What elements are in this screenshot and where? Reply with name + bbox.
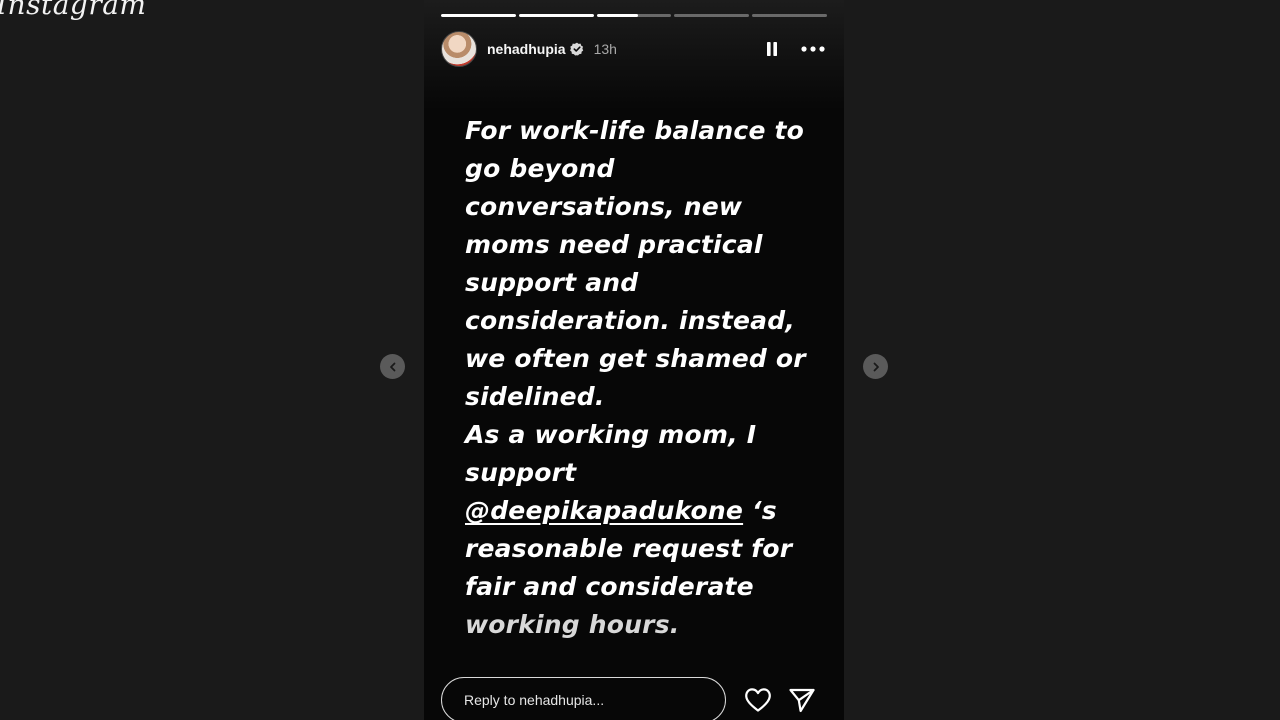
story-header: nehadhupia 13h xyxy=(441,31,827,67)
instagram-logo[interactable]: Instagram xyxy=(0,0,146,21)
send-icon xyxy=(789,688,815,713)
story-footer xyxy=(441,676,827,720)
progress-segment xyxy=(441,14,516,17)
progress-segment xyxy=(596,14,672,17)
stage: Instagram nehadhupia 13h For work-life b… xyxy=(0,0,1280,720)
chevron-right-icon xyxy=(873,362,879,371)
more-options-icon xyxy=(801,46,825,52)
share-button[interactable] xyxy=(787,685,817,715)
story-paragraph-2: As a working mom, I support @deepikapadu… xyxy=(465,416,815,644)
progress-fill xyxy=(441,14,516,17)
chevron-left-icon xyxy=(389,362,395,371)
like-button[interactable] xyxy=(743,685,773,715)
pause-icon xyxy=(767,42,777,56)
mention-link[interactable]: @deepikapadukone xyxy=(465,496,743,525)
story-viewer[interactable]: nehadhupia 13h For work-life balance to … xyxy=(424,0,844,720)
reply-input[interactable] xyxy=(441,677,726,720)
story-progress xyxy=(441,14,827,17)
story-paragraph-1: For work-life balance to go beyond conve… xyxy=(465,116,806,411)
more-options-button[interactable] xyxy=(799,35,827,63)
progress-segment xyxy=(518,14,594,17)
heart-icon xyxy=(745,688,771,712)
progress-segment xyxy=(674,14,750,17)
verified-badge-icon xyxy=(569,42,584,56)
story-text: For work-life balance to go beyond conve… xyxy=(465,112,815,644)
progress-fill xyxy=(518,14,594,17)
avatar[interactable] xyxy=(441,31,477,67)
previous-story-button[interactable] xyxy=(380,354,405,379)
progress-segment xyxy=(752,14,827,17)
pause-button[interactable] xyxy=(758,35,786,63)
next-story-button[interactable] xyxy=(863,354,888,379)
progress-fill xyxy=(596,14,638,17)
story-paragraph-2-start: As a working mom, I support xyxy=(465,420,757,487)
story-paragraph-2-last: working hours. xyxy=(465,610,680,639)
username[interactable]: nehadhupia xyxy=(487,41,566,57)
post-time: 13h xyxy=(593,41,617,57)
